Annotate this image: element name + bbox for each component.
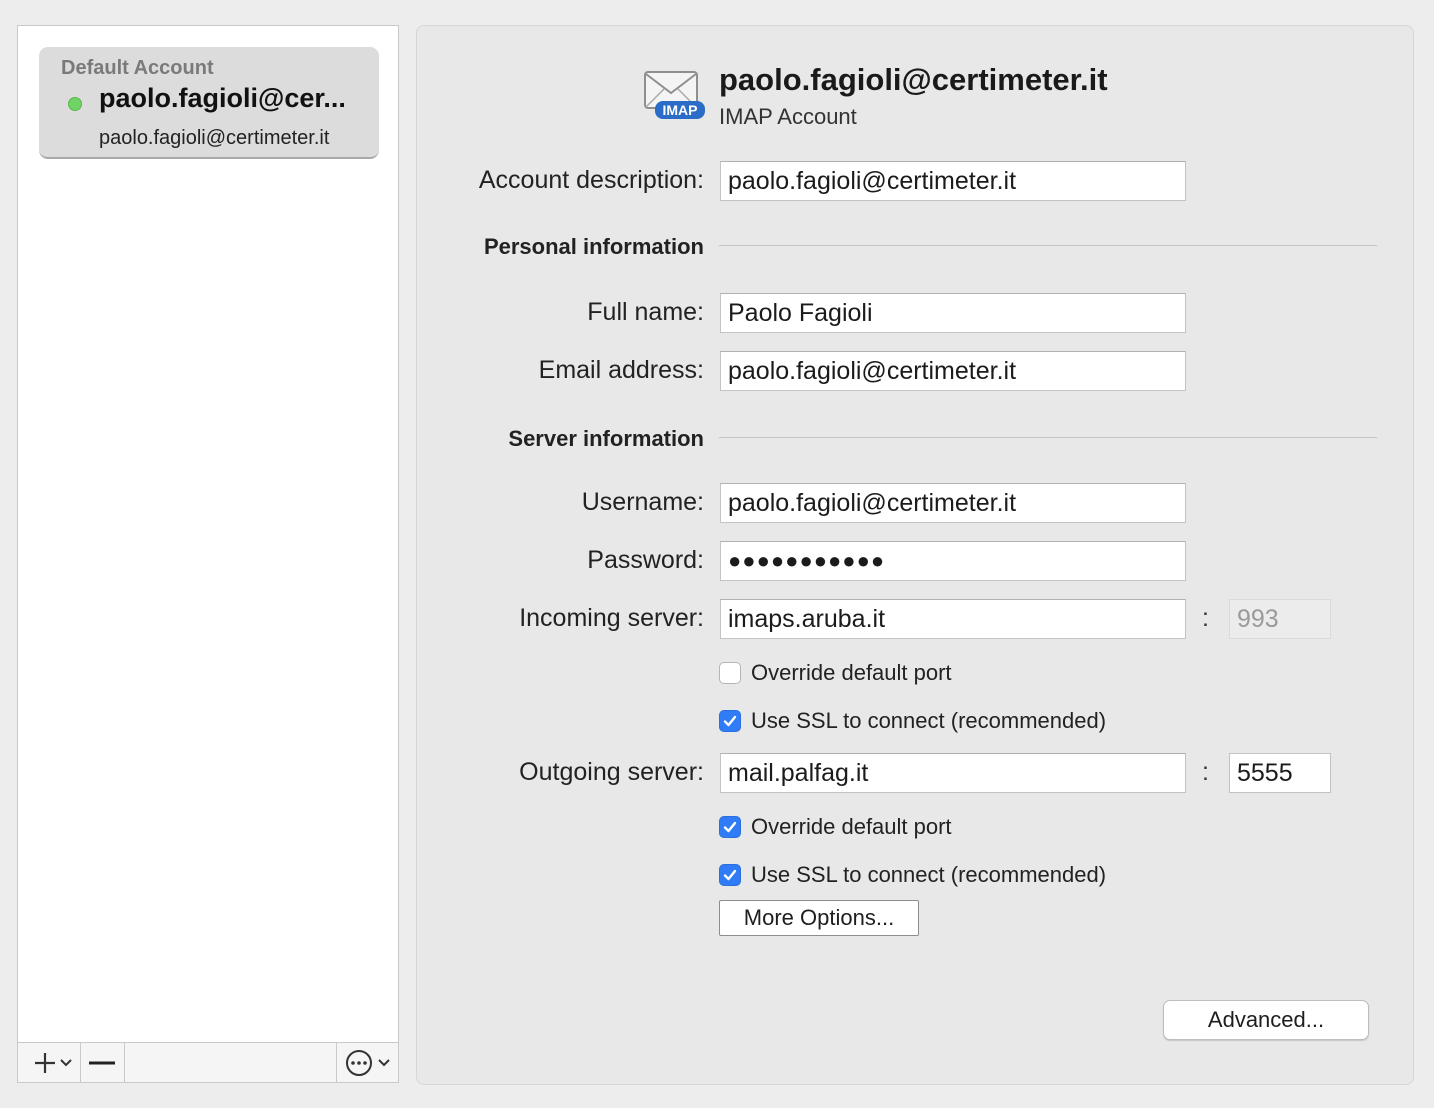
outgoing-server-field[interactable]: [720, 753, 1186, 793]
outgoing-override-port-checkbox[interactable]: [719, 816, 741, 838]
incoming-override-port-checkbox[interactable]: [719, 662, 741, 684]
status-dot-icon: [68, 97, 82, 111]
account-settings-pane: IMAP paolo.fagioli@certimeter.it IMAP Ac…: [416, 25, 1414, 1085]
account-name: paolo.fagioli@cer...: [99, 83, 346, 113]
username-field[interactable]: [720, 483, 1186, 523]
checkmark-icon: [723, 869, 737, 881]
outgoing-port-colon: :: [1202, 758, 1209, 786]
account-description-field[interactable]: [720, 161, 1186, 201]
account-title: paolo.fagioli@certimeter.it: [719, 62, 1108, 97]
incoming-override-port-row[interactable]: Override default port: [719, 660, 952, 686]
account-email: paolo.fagioli@certimeter.it: [99, 127, 330, 149]
plus-icon: [35, 1052, 72, 1073]
email-address-label: Email address:: [538, 356, 704, 384]
account-type: IMAP Account: [719, 104, 857, 129]
outgoing-port-field[interactable]: [1229, 753, 1331, 793]
imap-badge-text: IMAP: [663, 102, 698, 118]
more-actions-button[interactable]: [336, 1043, 399, 1082]
personal-info-heading: Personal information: [483, 234, 704, 259]
full-name-label: Full name:: [587, 298, 704, 326]
incoming-override-port-label: Override default port: [751, 660, 952, 685]
email-address-field[interactable]: [720, 351, 1186, 391]
checkmark-icon: [723, 715, 737, 727]
incoming-server-label: Incoming server:: [519, 604, 704, 632]
account-description-label: Account description:: [478, 166, 704, 194]
password-field[interactable]: ●●●●●●●●●●●: [720, 541, 1186, 581]
minus-icon: [89, 1061, 115, 1064]
incoming-ssl-row[interactable]: Use SSL to connect (recommended): [719, 708, 1106, 734]
incoming-port-field[interactable]: [1229, 599, 1331, 639]
checkmark-icon: [723, 821, 737, 833]
outgoing-ssl-label: Use SSL to connect (recommended): [751, 862, 1107, 887]
incoming-ssl-label: Use SSL to connect (recommended): [751, 708, 1107, 733]
server-info-heading: Server information: [508, 426, 704, 451]
default-account-label: Default Account: [61, 57, 214, 79]
ellipsis-circle-icon: [346, 1049, 390, 1076]
outgoing-server-label: Outgoing server:: [519, 758, 704, 786]
account-list-item[interactable]: Default Account paolo.fagioli@cer... pao…: [39, 47, 379, 159]
imap-envelope-icon: IMAP: [641, 66, 707, 126]
username-label: Username:: [581, 488, 704, 516]
incoming-port-colon: :: [1202, 604, 1209, 632]
more-options-button[interactable]: More Options...: [719, 900, 919, 936]
incoming-server-field[interactable]: [720, 599, 1186, 639]
outgoing-ssl-checkbox[interactable]: [719, 864, 741, 886]
personal-info-separator: [719, 245, 1377, 246]
full-name-field[interactable]: [720, 293, 1186, 333]
add-account-button[interactable]: [18, 1043, 81, 1082]
password-label: Password:: [587, 546, 704, 574]
server-info-separator: [719, 437, 1377, 438]
advanced-button[interactable]: Advanced...: [1163, 1000, 1369, 1040]
sidebar-toolbar: [18, 1042, 398, 1082]
outgoing-override-port-label: Override default port: [751, 814, 952, 839]
accounts-sidebar: Default Account paolo.fagioli@cer... pao…: [17, 25, 399, 1083]
outgoing-override-port-row[interactable]: Override default port: [719, 814, 952, 840]
remove-account-button[interactable]: [80, 1043, 125, 1082]
incoming-ssl-checkbox[interactable]: [719, 710, 741, 732]
outgoing-ssl-row[interactable]: Use SSL to connect (recommended): [719, 862, 1106, 888]
